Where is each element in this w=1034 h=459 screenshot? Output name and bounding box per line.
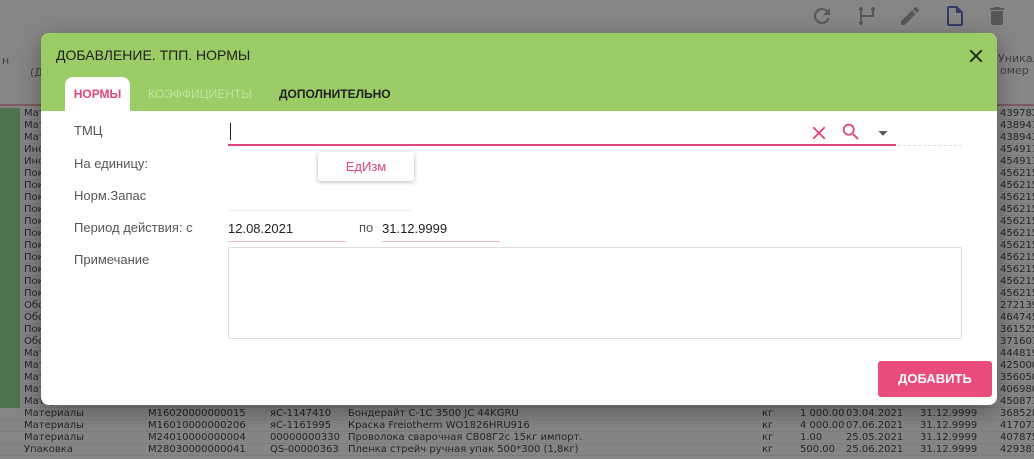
- period-to-label: по: [359, 220, 374, 235]
- tab-additional[interactable]: ДОПОЛНИТЕЛЬНО: [279, 77, 391, 111]
- tmc-label: ТМЦ: [74, 123, 103, 138]
- tmc-input[interactable]: [228, 119, 896, 146]
- unit-button[interactable]: ЕдИзм: [318, 152, 414, 181]
- tab-norms[interactable]: НОРМЫ: [65, 77, 130, 111]
- tmc-field-extension: [898, 145, 962, 146]
- per-unit-label: На единицу:: [74, 156, 149, 171]
- period-label: Период действия: с: [74, 220, 193, 235]
- tab-coefficients[interactable]: КОЭФФИЦИЕНТЫ: [148, 77, 252, 111]
- note-label: Примечание: [74, 252, 150, 267]
- add-button[interactable]: ДОБАВИТЬ: [878, 361, 992, 397]
- search-icon[interactable]: [840, 121, 862, 143]
- note-textarea[interactable]: [228, 247, 962, 339]
- chevron-down-icon[interactable]: [872, 122, 894, 144]
- close-icon[interactable]: [965, 45, 987, 67]
- dialog-header: ДОБАВЛЕНИЕ. ТПП. НОРМЫ НОРМЫ КОЭФФИЦИЕНТ…: [41, 33, 997, 111]
- add-norm-dialog: ДОБАВЛЕНИЕ. ТПП. НОРМЫ НОРМЫ КОЭФФИЦИЕНТ…: [41, 33, 997, 405]
- period-to-input[interactable]: 31.12.9999: [382, 215, 500, 242]
- clear-icon[interactable]: [808, 122, 830, 144]
- norm-stock-input[interactable]: [228, 209, 412, 211]
- norm-stock-label: Норм.Запас: [74, 188, 147, 203]
- text-caret: [230, 123, 231, 140]
- period-from-input[interactable]: 12.08.2021: [228, 215, 346, 242]
- dialog-title: ДОБАВЛЕНИЕ. ТПП. НОРМЫ: [56, 47, 251, 63]
